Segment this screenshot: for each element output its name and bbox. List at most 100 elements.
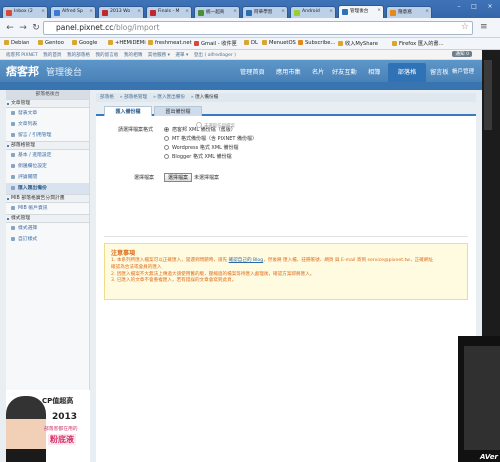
- nav-home[interactable]: 管理首頁: [240, 67, 265, 76]
- address-bar[interactable]: panel.pixnet.cc/blog/import ☆: [43, 21, 473, 35]
- file-input[interactable]: 選擇檔案 未選擇檔案: [164, 173, 219, 182]
- choose-file-button[interactable]: 選擇檔案: [164, 173, 193, 182]
- browser-tab[interactable]: 隨意窩 ×: [386, 6, 432, 18]
- gmail-icon: [6, 10, 12, 16]
- bookmark-item[interactable]: MenuetOS: [262, 40, 296, 46]
- bookmark-item[interactable]: DL: [244, 40, 258, 46]
- close-icon[interactable]: ×: [281, 9, 285, 14]
- sidebar-item-mib-account[interactable]: MIB 帳戶資訊: [6, 203, 89, 214]
- logout-link[interactable]: 登出 ( alfredlager ): [194, 53, 236, 58]
- close-icon[interactable]: ×: [185, 9, 189, 14]
- browser-tab[interactable]: Android ×: [290, 6, 336, 18]
- bookmark-item[interactable]: Gmail - 收件匣: [194, 40, 237, 47]
- bookmark-item[interactable]: 收入MyShare: [338, 40, 378, 47]
- browser-tab[interactable]: 阿華學習 ×: [242, 6, 288, 18]
- back-icon[interactable]: ←: [4, 22, 16, 34]
- close-icon[interactable]: ×: [137, 9, 141, 14]
- backup-icon: [11, 186, 15, 190]
- wrench-icon[interactable]: ≡: [480, 22, 494, 34]
- browser-tab-active[interactable]: 管理後台 ×: [338, 5, 384, 18]
- file-label: 選擇檔案: [134, 175, 155, 181]
- util-link[interactable]: 我的留言板: [95, 53, 118, 58]
- notice-link[interactable]: 確認自己的 Blog: [229, 258, 264, 263]
- nav-friends[interactable]: 好友互動: [332, 67, 357, 76]
- sidebar-title: 部落格後台: [6, 90, 89, 99]
- sidebar-ad[interactable]: CP值超高 2013 部落客都在用的 粉底液: [6, 390, 90, 462]
- notice-text: 1. 本系列所匯入檔案可以正確匯入，當遇到問題時，請先: [111, 258, 229, 263]
- bookmark-label: Firefox 匯入的書...: [399, 41, 444, 47]
- minimize-icon[interactable]: –: [452, 2, 466, 11]
- browser-tab[interactable]: 統一超商 ×: [194, 6, 240, 18]
- util-link[interactable]: 其他服務 ▾: [148, 53, 170, 58]
- sidebar-item-custom-style[interactable]: 自訂樣式: [6, 234, 89, 245]
- util-link[interactable]: 痞客邦 PIXNET: [6, 53, 38, 58]
- sidebar-item-label: 匯入匯出備份: [18, 186, 47, 191]
- format-label: 請選擇檔案格式: [118, 127, 154, 133]
- folder-icon: [338, 41, 343, 46]
- bookmark-item[interactable]: Firefox 匯入的書...: [392, 40, 444, 47]
- sidebar-section-style[interactable]: 樣式管理: [6, 214, 89, 223]
- star-icon[interactable]: ☆: [461, 22, 469, 32]
- bookmark-item[interactable]: +HEMiDEMi: [108, 40, 146, 46]
- nav-card[interactable]: 名片: [312, 67, 324, 76]
- sidebar-item-comments[interactable]: 留言 / 引用管理: [6, 130, 89, 141]
- util-link[interactable]: 我的部落格: [67, 53, 90, 58]
- tab-import[interactable]: 匯入備份檔: [104, 106, 152, 116]
- radio-icon[interactable]: [164, 136, 169, 141]
- pixnet-logo[interactable]: 痞客邦: [6, 63, 39, 79]
- sidebar-item-settings[interactable]: 基本 / 進階設定: [6, 150, 89, 161]
- bookmark-item[interactable]: Debian: [4, 40, 29, 46]
- format-option[interactable]: Blogger 格式 XML 備份檔: [164, 153, 232, 160]
- browser-tab[interactable]: Finals - M ×: [146, 6, 192, 18]
- review-icon: [11, 175, 15, 179]
- sidebar-item-articles[interactable]: 文章列表: [6, 119, 89, 130]
- close-icon[interactable]: ×: [41, 9, 45, 14]
- reload-icon[interactable]: ↻: [30, 22, 42, 34]
- sidebar-section-blog[interactable]: 部落格管理: [6, 141, 89, 150]
- bookmark-item[interactable]: Google: [72, 40, 97, 46]
- browser-tab[interactable]: 2013 Wo ×: [98, 6, 144, 18]
- scrollbar-thumb[interactable]: [484, 60, 492, 130]
- bookmark-item[interactable]: Subscribe...: [298, 40, 335, 46]
- nav-market[interactable]: 應用市集: [276, 67, 301, 76]
- nav-guestbook[interactable]: 留言板: [430, 67, 449, 76]
- tab-export[interactable]: 匯出備份檔: [154, 106, 202, 116]
- sidebar-item-reviews[interactable]: 評論關閉: [6, 172, 89, 183]
- format-option[interactable]: MT 格式備份檔（含 PIXNET 備份檔）: [164, 135, 257, 142]
- radio-selected-icon[interactable]: [164, 127, 169, 132]
- sidebar-section-articles[interactable]: 文章管理: [6, 99, 89, 108]
- breadcrumb-item[interactable]: 部落格: [100, 95, 114, 100]
- close-icon[interactable]: ×: [425, 9, 429, 14]
- close-window-icon[interactable]: ×: [483, 2, 497, 11]
- format-option[interactable]: Wordpress 格式 XML 備份檔: [164, 144, 239, 151]
- close-icon[interactable]: ×: [377, 8, 381, 13]
- folder-icon: [4, 40, 9, 45]
- nav-album[interactable]: 相簿: [368, 67, 380, 76]
- breadcrumb-item[interactable]: 匯入匯出備份: [157, 95, 185, 100]
- browser-tab[interactable]: Alfred Sp ×: [50, 6, 96, 18]
- sidebar-item-post[interactable]: 發表文章: [6, 108, 89, 119]
- radio-icon[interactable]: [164, 145, 169, 150]
- gear-icon: [11, 153, 15, 157]
- sidebar-item-theme[interactable]: 樣式選擇: [6, 223, 89, 234]
- close-icon[interactable]: ×: [233, 9, 237, 14]
- bookmark-item[interactable]: freshmeat.net: [148, 40, 192, 46]
- radio-icon[interactable]: [164, 154, 169, 159]
- bookmark-item[interactable]: Gentoo: [38, 40, 64, 46]
- browser-tab[interactable]: Inbox (2 ×: [2, 6, 48, 18]
- util-link[interactable]: 我的相簿: [124, 53, 142, 58]
- sidebar-section-mib[interactable]: MIB 部落格廣告分潤計畫: [6, 194, 89, 203]
- close-icon[interactable]: ×: [329, 9, 333, 14]
- maximize-icon[interactable]: □: [467, 2, 481, 11]
- util-link[interactable]: 我的首頁: [43, 53, 61, 58]
- breadcrumb-item[interactable]: 部落格管理: [124, 95, 147, 100]
- sidebar-item-widgets[interactable]: 側邊欄位設定: [6, 161, 89, 172]
- util-link[interactable]: 選單 ▾: [175, 53, 188, 58]
- nav-blog[interactable]: 部落格: [388, 63, 426, 82]
- sidebar-item-backup[interactable]: 匯入匯出備份: [6, 183, 89, 194]
- notification-badge[interactable]: 通知 0: [452, 51, 472, 57]
- forward-icon[interactable]: →: [17, 22, 29, 34]
- nav-account[interactable]: 帳戶管理: [452, 67, 474, 75]
- close-icon[interactable]: ×: [89, 9, 93, 14]
- ad-tagline: 部落客都在用的: [44, 427, 78, 432]
